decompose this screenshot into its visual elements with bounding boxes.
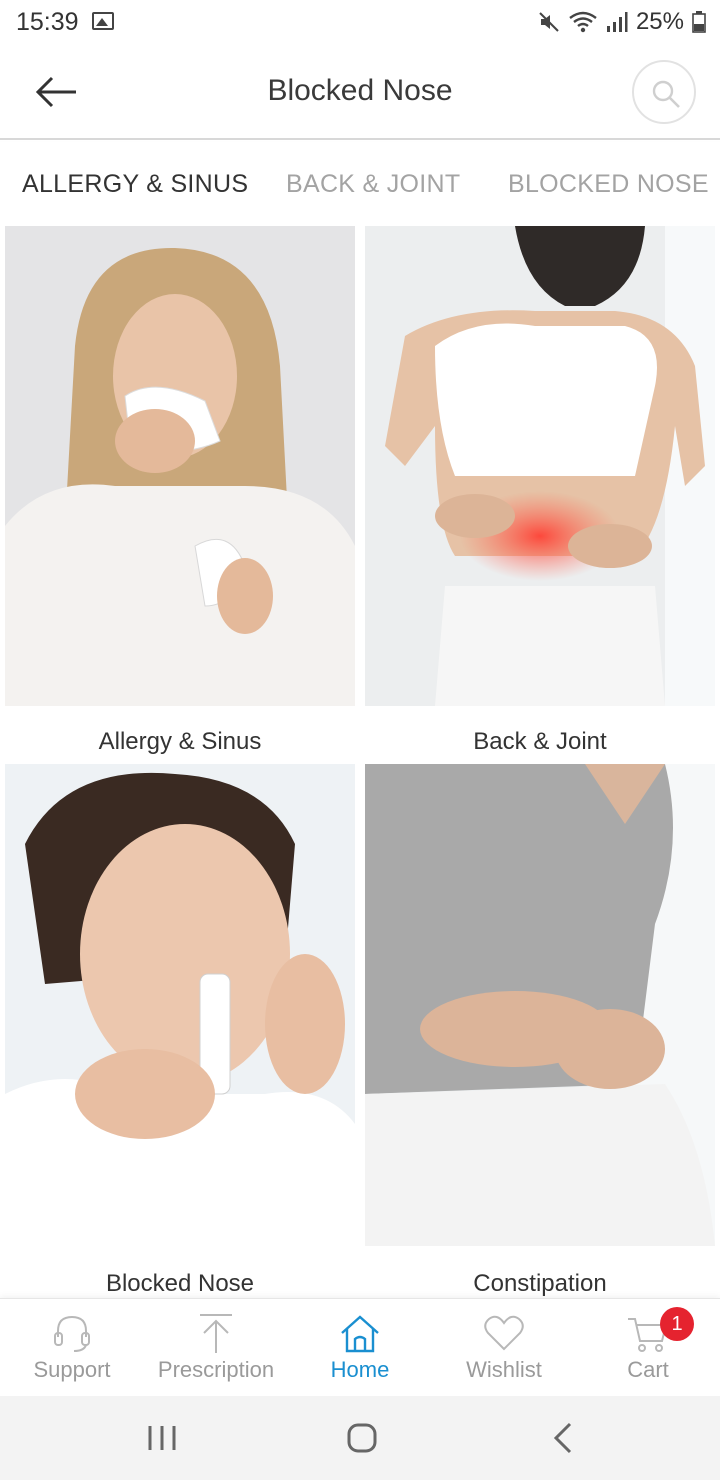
chevron-left-icon <box>553 1422 572 1454</box>
home-circle-icon <box>347 1423 377 1453</box>
back-system-button[interactable] <box>544 1418 584 1458</box>
nav-cart[interactable]: 1 Cart <box>576 1299 720 1397</box>
category-card-blocked-nose[interactable]: Blocked Nose <box>5 764 355 1298</box>
home-system-button[interactable] <box>342 1418 382 1458</box>
page-title: Blocked Nose <box>267 74 453 107</box>
search-icon <box>652 80 680 108</box>
nav-support[interactable]: Support <box>0 1299 144 1397</box>
tab-allergy-sinus[interactable]: ALLERGY & SINUS <box>22 170 248 199</box>
recent-apps-button[interactable] <box>142 1418 182 1458</box>
back-joint-image <box>365 226 715 706</box>
battery-percent: 25% <box>635 8 684 35</box>
status-indicators: 25% <box>538 8 706 36</box>
category-card-allergy-sinus[interactable]: Allergy & Sinus <box>5 226 355 764</box>
signal-icon <box>606 12 628 32</box>
nav-prescription[interactable]: Prescription <box>144 1299 288 1397</box>
category-tabs: ALLERGY & SINUS BACK & JOINT BLOCKED NOS… <box>0 142 720 226</box>
bottom-navigation: Support Prescription Home Wishlist 1 Car… <box>0 1298 720 1396</box>
battery-icon <box>692 11 706 33</box>
upload-icon <box>200 1314 232 1353</box>
category-label: Back & Joint <box>473 728 607 755</box>
status-time: 15:39 <box>16 8 79 36</box>
image-notification-icon <box>92 12 114 30</box>
system-navigation-bar <box>0 1396 720 1480</box>
status-bar: 15:39 25% <box>0 0 720 44</box>
nav-home[interactable]: Home <box>288 1299 432 1397</box>
nav-support-label: Support <box>33 1357 111 1382</box>
heart-icon <box>484 1315 524 1351</box>
tab-blocked-nose[interactable]: BLOCKED NOSE <box>508 170 709 199</box>
category-card-constipation[interactable]: Constipation <box>365 764 715 1298</box>
home-icon <box>341 1315 379 1353</box>
category-label: Allergy & Sinus <box>98 728 262 755</box>
cart-count-badge: 1 <box>660 1307 694 1341</box>
nav-wishlist-label: Wishlist <box>466 1357 542 1382</box>
search-button[interactable] <box>632 60 696 124</box>
category-card-back-joint[interactable]: Back & Joint <box>365 226 715 764</box>
nav-prescription-label: Prescription <box>157 1357 275 1382</box>
app-bar: Blocked Nose <box>0 44 720 140</box>
constipation-image <box>365 764 715 1246</box>
blocked-nose-image <box>5 764 355 1246</box>
category-label: Constipation <box>473 1270 607 1297</box>
mute-icon <box>539 12 559 32</box>
allergy-sinus-image <box>5 226 355 706</box>
nav-wishlist[interactable]: Wishlist <box>432 1299 576 1397</box>
headset-icon <box>54 1315 90 1352</box>
tab-back-joint[interactable]: BACK & JOINT <box>286 170 460 199</box>
recent-apps-icon <box>148 1426 176 1450</box>
wifi-icon <box>569 11 597 33</box>
category-label: Blocked Nose <box>105 1270 255 1297</box>
category-grid: Allergy & Sinus Back & Joint Blocked Nos… <box>0 226 720 1298</box>
nav-home-label: Home <box>330 1357 390 1382</box>
nav-cart-label: Cart <box>627 1357 669 1382</box>
